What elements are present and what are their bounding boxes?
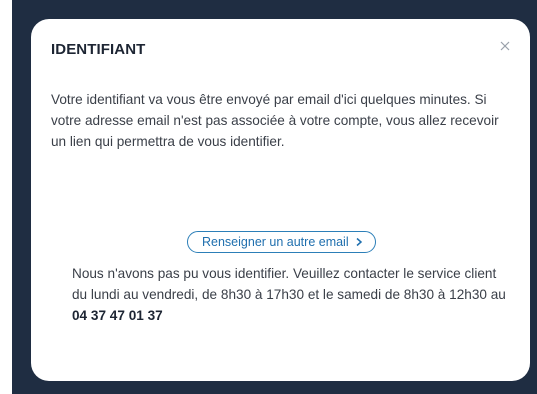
close-button[interactable] (498, 39, 512, 53)
error-message: Nous n'avons pas pu vous identifier. Veu… (72, 263, 512, 326)
alt-email-button[interactable]: Renseigner un autre email (187, 231, 376, 253)
info-message: Votre identifiant va vous être envoyé pa… (51, 92, 499, 149)
error-message-text: Nous n'avons pas pu vous identifier. Veu… (72, 266, 506, 302)
support-phone: 04 37 47 01 37 (72, 308, 163, 323)
alt-email-label: Renseigner un autre email (202, 235, 349, 249)
modal-title: IDENTIFIANT (51, 41, 146, 58)
identifiant-modal: IDENTIFIANT Votre identifiant va vous êt… (31, 19, 530, 381)
close-icon (500, 41, 510, 51)
chevron-right-icon (356, 237, 362, 247)
